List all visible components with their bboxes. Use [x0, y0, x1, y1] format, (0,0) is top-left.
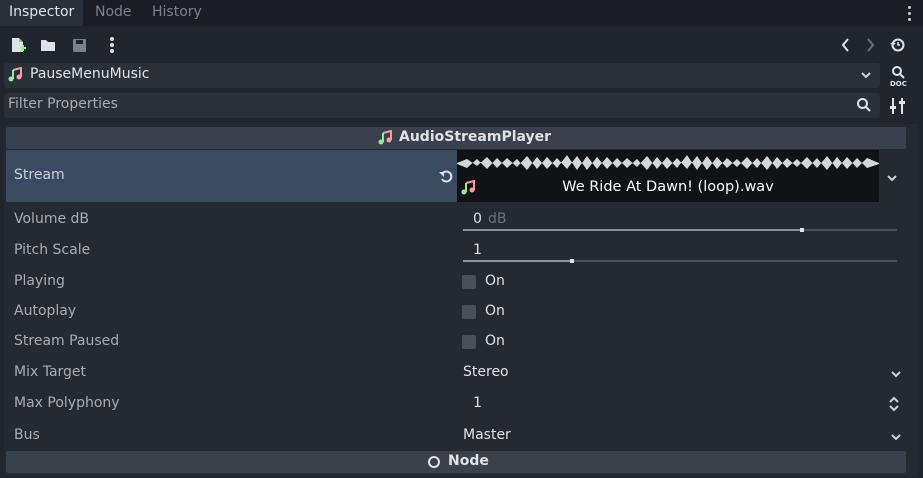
autoplay-checkbox-label[interactable]: On	[485, 303, 505, 319]
tab-history[interactable]: History	[143, 0, 211, 26]
volume-db-fill	[463, 229, 802, 231]
max-polyphony-value: 1	[473, 395, 482, 411]
dock-menu-icon[interactable]	[903, 2, 917, 24]
playing-checkbox-label[interactable]: On	[485, 273, 505, 289]
chevron-down-icon	[890, 429, 902, 449]
filter-placeholder: Filter Properties	[8, 96, 118, 112]
chevron-down-icon	[860, 67, 872, 86]
save-icon[interactable]	[67, 30, 91, 60]
property-label-mix-target: Mix Target	[14, 364, 87, 380]
property-filter-settings-icon[interactable]	[884, 93, 912, 119]
max-polyphony-spinbox[interactable]: 1	[457, 391, 905, 417]
inspector-toolbar	[0, 30, 923, 60]
property-label-stream-paused: Stream Paused	[14, 333, 120, 349]
new-resource-icon[interactable]	[6, 30, 30, 60]
property-label-autoplay: Autoplay	[14, 303, 77, 319]
section-header-node-label: Node	[448, 453, 489, 469]
back-icon[interactable]	[834, 30, 858, 60]
bus-value: Master	[463, 427, 511, 443]
audio-stream-player-icon	[377, 129, 393, 150]
autoplay-checkbox[interactable]	[462, 305, 476, 319]
volume-db-unit: dB	[488, 211, 507, 227]
stream-paused-checkbox[interactable]	[462, 335, 476, 349]
node-circle-icon	[427, 455, 441, 473]
revert-icon[interactable]	[438, 168, 454, 188]
updown-icon[interactable]	[888, 395, 900, 417]
playing-checkbox[interactable]	[462, 275, 476, 289]
section-header-label: AudioStreamPlayer	[399, 129, 552, 145]
node-name: PauseMenuMusic	[30, 66, 150, 82]
filter-properties-input[interactable]: Filter Properties	[4, 93, 880, 118]
forward-icon[interactable]	[858, 30, 882, 60]
volume-db-grabber[interactable]	[800, 228, 804, 232]
tab-node[interactable]: Node	[86, 0, 141, 26]
node-selector[interactable]: PauseMenuMusic	[4, 63, 880, 88]
history-icon[interactable]	[886, 30, 910, 60]
pitch-scale-fill	[463, 260, 572, 262]
property-label-pitch-scale: Pitch Scale	[14, 242, 91, 258]
stream-file-name: We Ride At Dawn! (loop).wav	[562, 179, 774, 195]
mix-target-dropdown[interactable]: Stereo	[457, 360, 905, 386]
section-header-node[interactable]: Node	[6, 451, 906, 473]
property-label-max-polyphony: Max Polyphony	[14, 395, 120, 411]
pitch-scale-slider[interactable]: 1	[457, 236, 905, 266]
more-vert-icon[interactable]	[100, 30, 124, 60]
open-folder-icon[interactable]	[36, 30, 60, 60]
chevron-down-icon	[890, 366, 902, 386]
property-label-volume-db: Volume dB	[14, 211, 90, 227]
stream-resource-picker[interactable]: We Ride At Dawn! (loop).wav	[457, 150, 879, 202]
stream-paused-checkbox-label[interactable]: On	[485, 333, 505, 349]
pitch-scale-value: 1	[473, 242, 482, 258]
svg-text:DOC: DOC	[890, 80, 907, 88]
property-row-stream	[6, 150, 457, 202]
mix-target-value: Stereo	[463, 364, 509, 380]
audio-stream-player-icon	[7, 66, 23, 83]
waveform-preview	[457, 155, 879, 170]
bus-dropdown[interactable]: Master	[457, 423, 905, 449]
section-header-audiostreamplayer[interactable]: AudioStreamPlayer	[6, 127, 906, 149]
stream-dropdown-icon[interactable]	[886, 170, 898, 190]
search-icon	[856, 97, 872, 117]
tab-inspector[interactable]: Inspector	[0, 0, 84, 26]
dock-tab-bar: Inspector Node History	[0, 0, 923, 26]
volume-db-slider[interactable]: 0 dB	[457, 205, 905, 235]
pitch-scale-grabber[interactable]	[570, 259, 574, 263]
property-label-stream: Stream	[14, 167, 65, 183]
open-documentation-icon[interactable]: DOC	[884, 63, 912, 89]
property-label-bus: Bus	[14, 427, 40, 443]
property-label-playing: Playing	[14, 273, 65, 289]
volume-db-value: 0	[473, 211, 482, 227]
